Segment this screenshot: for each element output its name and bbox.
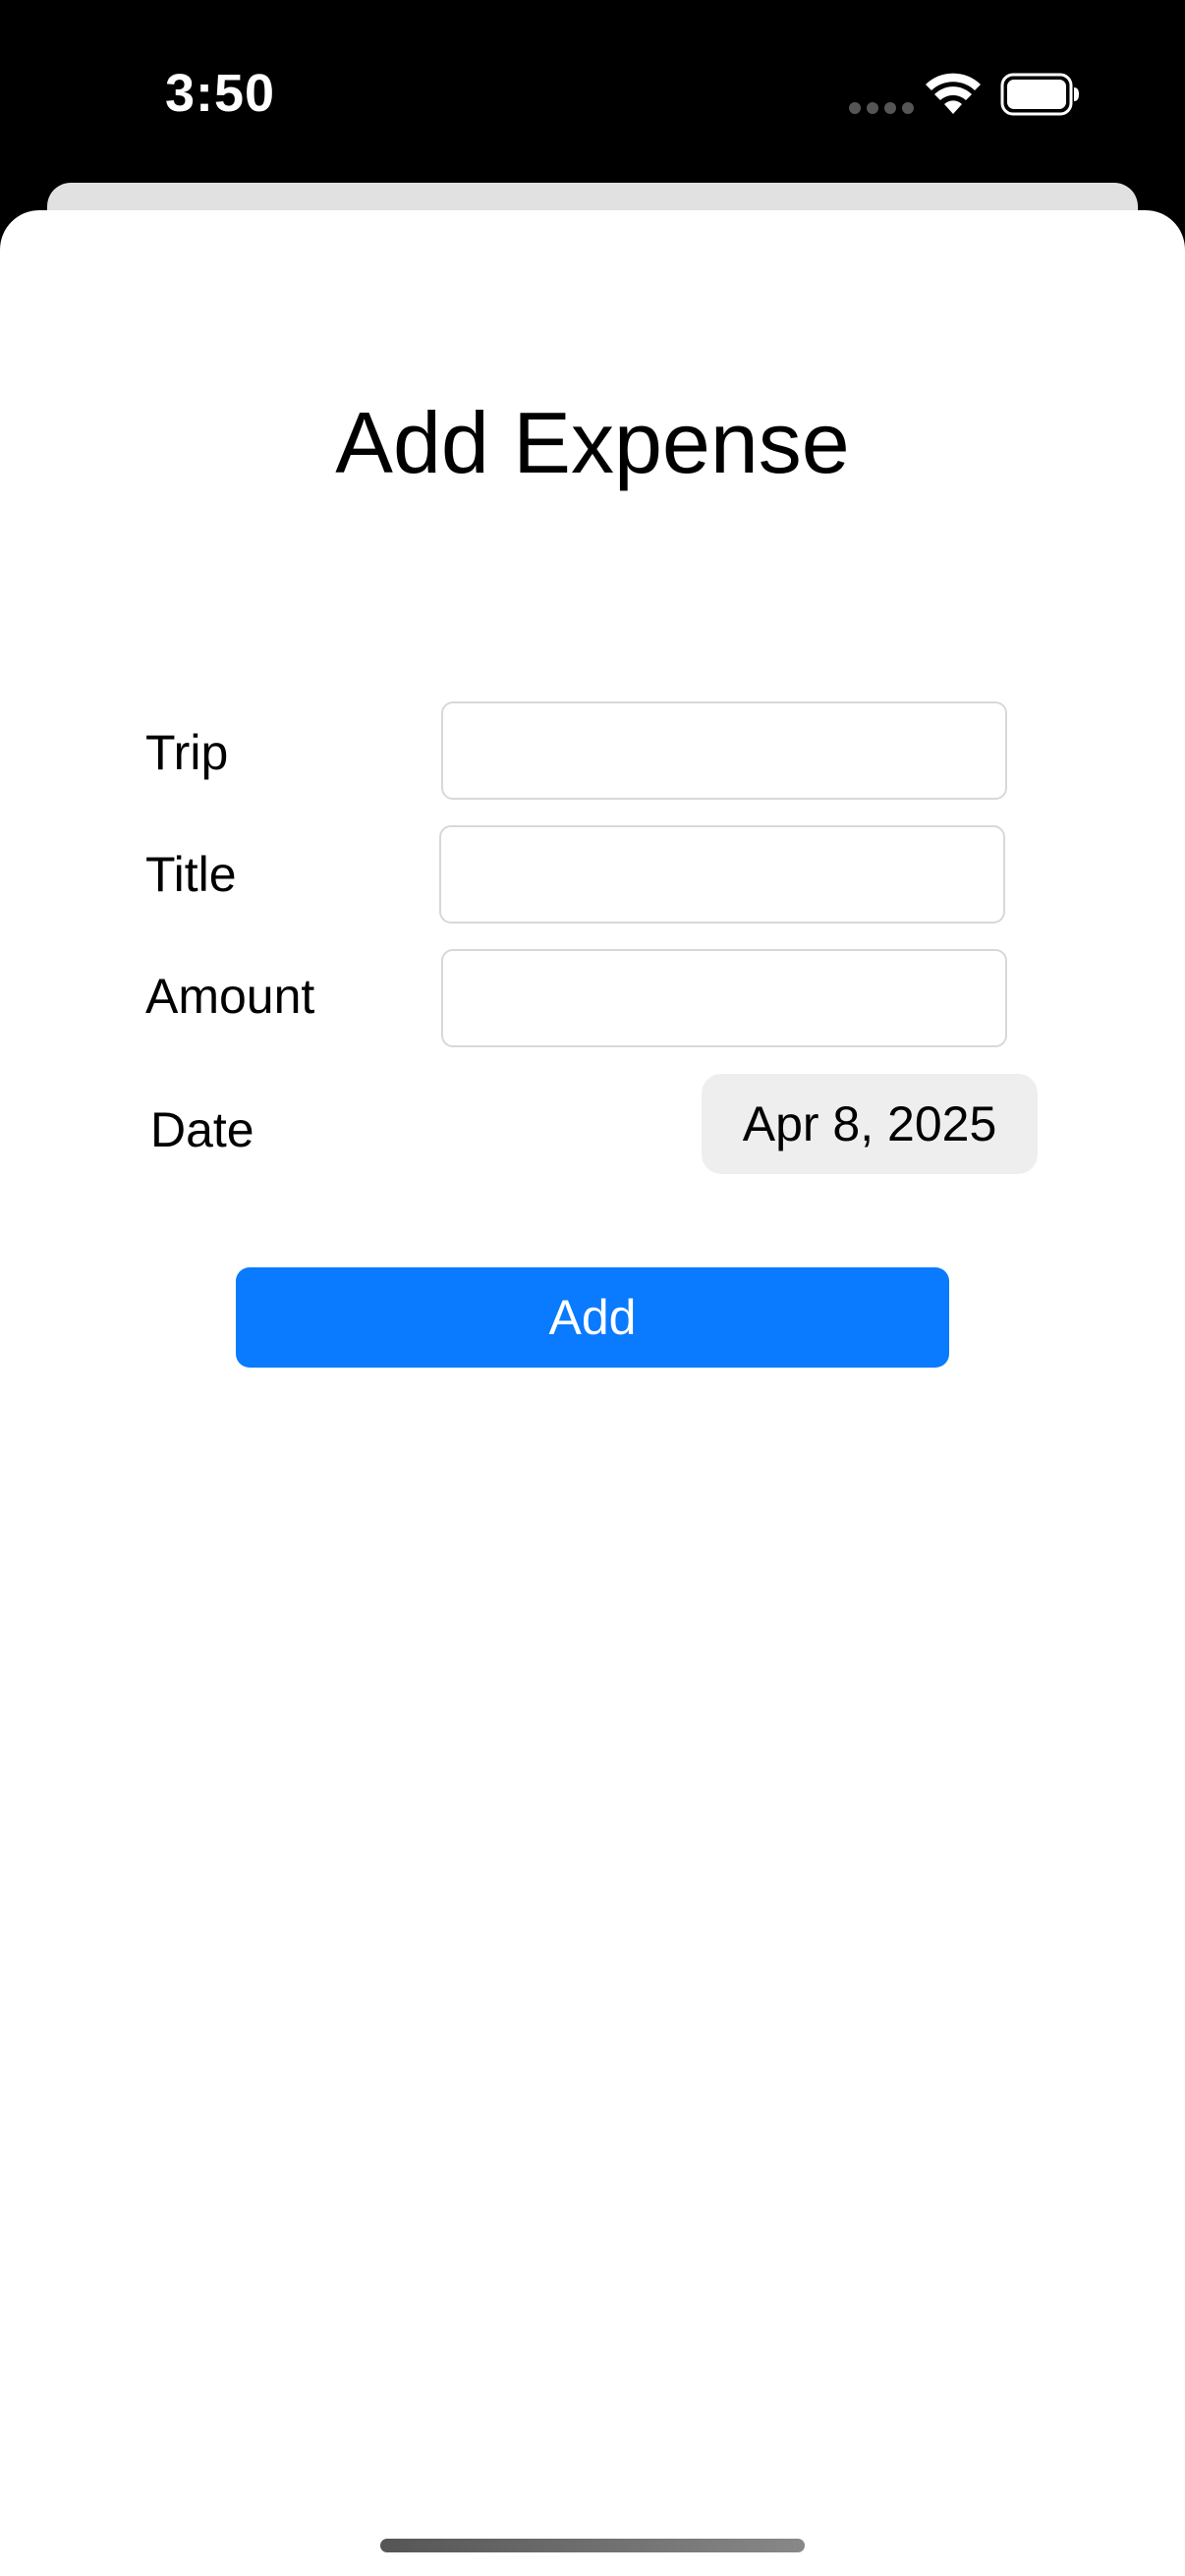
battery-icon xyxy=(1000,73,1079,116)
home-indicator[interactable] xyxy=(380,2539,805,2552)
date-label: Date xyxy=(150,1102,254,1157)
status-bar: 3:50 xyxy=(0,0,1185,187)
page-title: Add Expense xyxy=(335,394,850,491)
title-label: Title xyxy=(145,847,237,902)
signal-dots-icon xyxy=(849,102,914,114)
add-button[interactable]: Add xyxy=(236,1267,949,1368)
wifi-icon xyxy=(926,73,981,114)
status-time: 3:50 xyxy=(165,64,276,123)
trip-label: Trip xyxy=(145,725,229,780)
amount-input[interactable] xyxy=(441,949,1007,1047)
trip-input[interactable] xyxy=(441,701,1007,800)
add-expense-sheet xyxy=(0,210,1185,2576)
title-input[interactable] xyxy=(439,825,1005,924)
amount-label: Amount xyxy=(145,969,315,1024)
date-picker-button[interactable]: Apr 8, 2025 xyxy=(702,1074,1038,1174)
